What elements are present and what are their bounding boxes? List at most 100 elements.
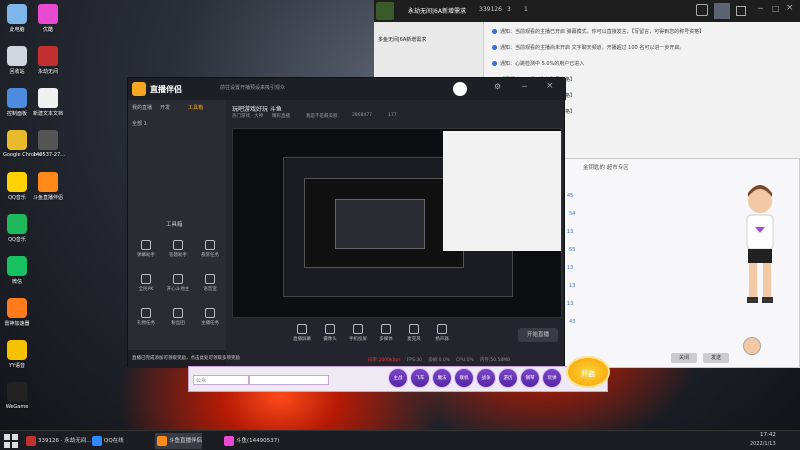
taskbar-app-icon [224, 436, 234, 446]
tool-gift[interactable]: 悬赏任务 [196, 240, 224, 258]
main-window-header: 直播伴侣 前往设置开播预设来吸引观众 ⚙ ─ × [128, 78, 566, 100]
desktop-app-icon [7, 382, 27, 402]
mic-icon [205, 274, 215, 284]
desktop-icon[interactable]: 控制面板 [3, 88, 31, 117]
taskbar-item[interactable]: 斗鱼直播伴侣 [155, 433, 203, 449]
desktop-icon[interactable]: 此电脑 [3, 4, 31, 33]
gift-chip[interactable]: 魔法 [432, 368, 452, 388]
qq-message-number: 13 [567, 301, 574, 307]
tool-chat[interactable]: 弹幕助手 [132, 240, 160, 258]
desktop-icon[interactable]: 回收站 [3, 46, 31, 75]
control-label: 麦克风 [407, 337, 421, 342]
desktop-icon[interactable]: 斗鱼直播伴侣 [33, 172, 63, 201]
desktop-icon[interactable]: 微信 [3, 256, 31, 285]
desktop-icon[interactable]: YY语音 [3, 340, 31, 369]
tool-gamepad[interactable]: 全民PK [132, 274, 160, 292]
tool-label: 悬赏任务 [201, 253, 219, 258]
desktop-icon[interactable]: 新建文本文档 [33, 88, 63, 117]
desktop-icon-label: 微信 [11, 279, 22, 285]
taskbar-item[interactable]: 斗鱼(14490537) [222, 433, 279, 449]
qq-send-button[interactable]: 发送 [703, 353, 729, 363]
tab-2[interactable]: 工具箱 [188, 104, 203, 111]
taskbar-item-label: 339126 · 永劫无间... [38, 438, 92, 444]
gift-chip[interactable]: 飞车 [410, 368, 430, 388]
desktop-icon[interactable]: 雷神加速器 [3, 298, 31, 327]
control-phone[interactable]: 手机投屏 [344, 324, 372, 342]
control-speaker[interactable]: 扬声器 [428, 324, 456, 342]
stats-bar: 码率:2000kbps FPS:30 丢帧:0.0% CPU:0% 内存:50.58MB [368, 354, 568, 364]
start-icon[interactable] [4, 434, 18, 448]
chat-input-box[interactable] [249, 375, 329, 385]
stream-window-titlebar: 永劫无间|6A新增需求 339126 3 1 ─ □ × [374, 0, 800, 22]
tab-1[interactable]: 开发 [160, 104, 170, 111]
room-title: 玩吧游戏好玩 斗鱼 [232, 106, 282, 113]
desktop-app-icon [38, 46, 58, 66]
desktop-icon-label: 雷神加速器 [4, 321, 30, 327]
app-name: 直播伴侣 [150, 85, 182, 94]
room-badge: 2868477 [352, 113, 373, 118]
taskbar: 339126 · 永劫无间... QQ在线 斗鱼直播伴侣 斗鱼(14490537) 1… [0, 430, 800, 450]
preview-canvas[interactable] [232, 128, 562, 318]
cube-icon [173, 240, 183, 250]
gift-chip[interactable]: 钢琴 [520, 368, 540, 388]
main-sidebar: 我的直播 开发 工具箱 全部 1 工具箱 弹幕助手 答题助手 悬赏任务 全民PK 开心斗地主… [128, 100, 240, 368]
qq-close-button[interactable]: 关闭 [671, 353, 697, 363]
taskbar-item[interactable]: QQ在线 [90, 433, 124, 449]
desktop-icon[interactable]: 140537-27... [33, 130, 66, 158]
control-camera[interactable]: 摄像头 [316, 324, 344, 342]
close-icon[interactable]: × [786, 3, 794, 13]
pip-icon[interactable] [696, 4, 708, 16]
settings-icon[interactable]: ⚙ [494, 82, 501, 91]
taskbar-item-label: 斗鱼直播伴侣 [169, 438, 203, 444]
minimize-icon[interactable]: ─ [758, 4, 763, 13]
desktop-icon[interactable]: Google Chrome [3, 130, 42, 158]
stat-item: CPU:0% [456, 358, 474, 363]
tab-0[interactable]: 我的直播 [132, 104, 152, 111]
tool-trophy[interactable]: 主播任务 [196, 308, 224, 326]
control-media[interactable]: 多媒体 [372, 324, 400, 342]
chat-input[interactable]: 公众 [193, 375, 249, 385]
maximize-icon[interactable]: □ [772, 4, 780, 13]
tool-cube[interactable]: 答题助手 [164, 240, 192, 258]
desktop-icon[interactable]: 永劫无间 [33, 46, 63, 75]
desktop-app-icon [38, 172, 58, 192]
stat-item: FPS:30 [406, 358, 423, 363]
desktop-icon[interactable]: QQ音乐 [3, 172, 31, 201]
control-label: 多媒体 [379, 337, 393, 342]
tool-label: 全民PK [138, 287, 154, 292]
tool-tag[interactable]: 粉丝团 [164, 308, 192, 326]
user-avatar[interactable] [453, 82, 467, 96]
control-mic[interactable]: 麦克风 [400, 324, 428, 342]
minimize-icon[interactable]: ─ [522, 82, 527, 91]
gift-chip[interactable]: 玩弹 [542, 368, 562, 388]
gamepad-icon [141, 274, 151, 284]
desktop-icon[interactable]: 优酷 [33, 4, 63, 33]
taskbar-item[interactable]: 339126 · 永劫无间... [24, 433, 92, 449]
desktop-app-icon [7, 46, 27, 66]
gift-chip[interactable]: 游历 [498, 368, 518, 388]
tool-bag[interactable]: 礼物任务 [132, 308, 160, 326]
desktop-icon[interactable]: WeGame [3, 382, 31, 410]
menu-icon[interactable] [736, 6, 746, 16]
home-icon[interactable] [714, 3, 730, 19]
mic-icon [409, 324, 419, 334]
desktop-icon-label: Google Chrome [3, 152, 42, 158]
start-big-button[interactable]: 开启 [566, 356, 610, 388]
control-label: 摄像头 [323, 337, 337, 342]
tool-music[interactable]: 开心斗地主 [164, 274, 192, 292]
info-icon [492, 61, 497, 66]
desktop-icon[interactable]: QQ音乐 [3, 214, 31, 243]
control-monitor[interactable]: 直播屏幕 [288, 324, 316, 342]
close-icon[interactable]: × [546, 81, 554, 91]
gift-chip[interactable]: 主战 [388, 368, 408, 388]
phone-icon [353, 324, 363, 334]
gift-chip[interactable]: 联机 [454, 368, 474, 388]
gift-chip[interactable]: 战争 [476, 368, 496, 388]
desktop-icon-label: 140537-27... [33, 152, 66, 158]
room-badge: 精彩直播 [272, 114, 290, 119]
desktop-app-icon [7, 340, 27, 360]
small-avatar[interactable] [743, 337, 761, 355]
tool-mic[interactable]: 语音室 [196, 274, 224, 292]
start-live-button[interactable]: 开始直播 [518, 328, 558, 342]
room-info: 玩吧游戏好玩 斗鱼 热门游戏 · 大神 精彩直播 我是不是最美丽 2868477 177 [232, 104, 532, 122]
